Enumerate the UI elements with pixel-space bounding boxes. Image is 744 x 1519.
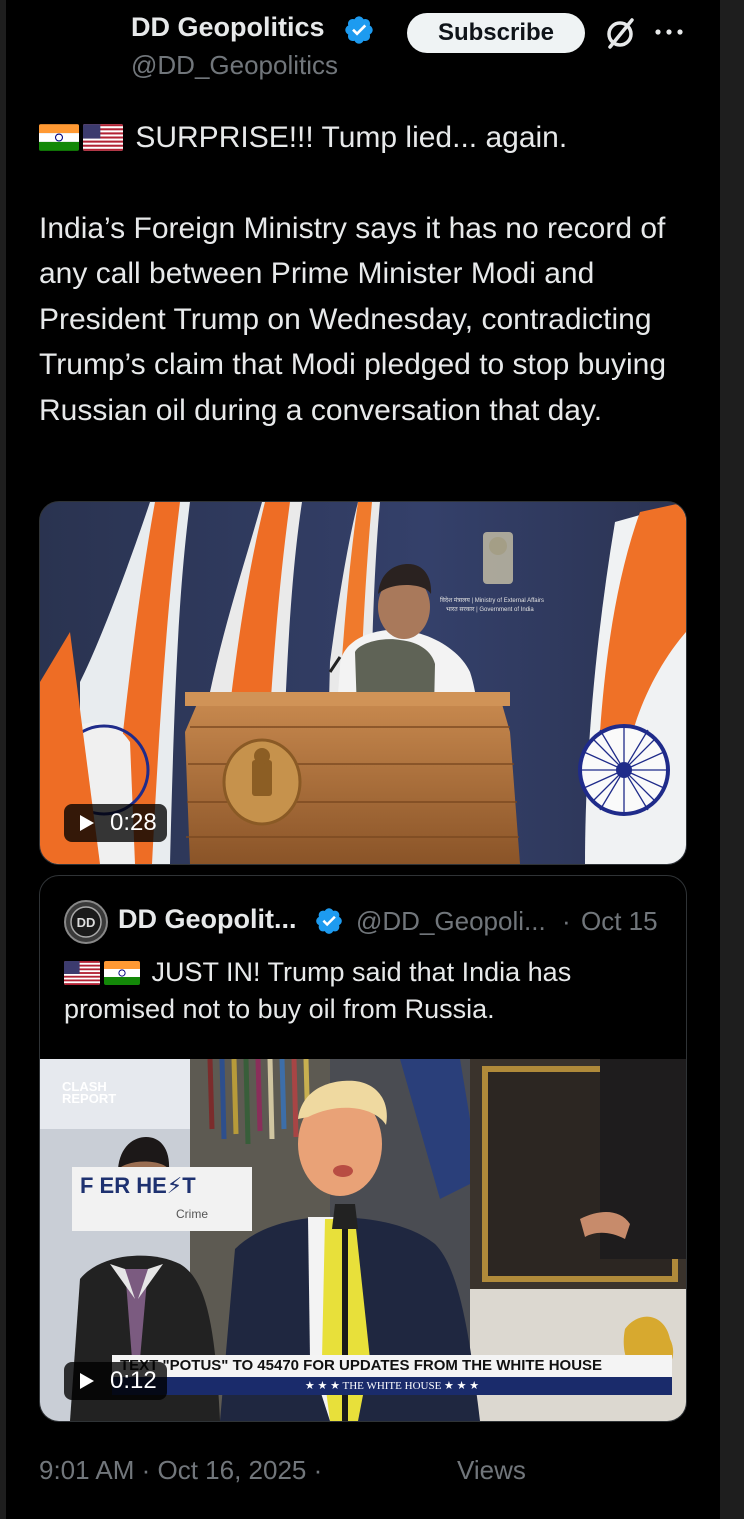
video-duration: 0:28 (110, 809, 157, 836)
post-video[interactable]: विदेश मंत्रालय | Ministry of External Af… (39, 501, 687, 865)
left-edge (0, 0, 6, 1519)
play-icon (80, 815, 94, 831)
video-duration: 0:12 (110, 1367, 157, 1394)
post-text: SURPRISE!!! Tump lied... again. India’s … (39, 115, 689, 433)
quoted-post[interactable]: DD DD Geopolit... @DD_Geopoli... · Oct 1… (39, 875, 687, 1422)
quoted-author-avatar[interactable]: DD (64, 900, 108, 944)
quoted-text: JUST IN! Trump said that India has promi… (64, 954, 664, 1028)
views-label[interactable]: Views (457, 1455, 526, 1486)
author-name[interactable]: DD Geopolitics (131, 12, 325, 43)
quoted-author-name[interactable]: DD Geopolit... (118, 904, 297, 935)
play-icon (80, 1373, 94, 1389)
quoted-date[interactable]: Oct 15 (581, 906, 658, 937)
chyron-text: TEXT "POTUS" TO 45470 FOR UPDATES FROM T… (112, 1355, 672, 1377)
right-scroll-edge (720, 0, 744, 1519)
svg-text:भारत सरकार | Government of Ind: भारत सरकार | Government of India (446, 607, 534, 613)
subscribe-button[interactable]: Subscribe (407, 13, 585, 53)
quoted-video[interactable]: CLASH REPORT F ER HE⚡T Crime TEXT "POTUS… (40, 1059, 686, 1421)
svg-text:विदेश मंत्रालय | Ministry of E: विदेश मंत्रालय | Ministry of External Af… (440, 596, 544, 604)
grok-icon[interactable] (602, 16, 638, 52)
author-handle[interactable]: @DD_Geopolitics (131, 50, 338, 81)
india-flag-icon (39, 124, 79, 151)
quoted-author-handle[interactable]: @DD_Geopoli... (356, 906, 546, 937)
post-header: DD Geopolitics @DD_Geopolitics Subscribe (0, 0, 720, 90)
quoted-separator: · (562, 906, 571, 936)
post-body: India’s Foreign Ministry says it has no … (39, 211, 666, 427)
post-headline: SURPRISE!!! Tump lied... again. (135, 121, 568, 154)
post-timestamp[interactable]: 9:01 AM · Oct 16, 2025 · (39, 1455, 322, 1486)
more-options-icon[interactable] (654, 22, 684, 42)
verified-badge-icon (345, 16, 373, 44)
india-flag-icon (104, 961, 140, 985)
quoted-text-body: JUST IN! Trump said that India has promi… (64, 957, 572, 1024)
us-flag-icon (64, 961, 100, 985)
news-chyron: TEXT "POTUS" TO 45470 FOR UPDATES FROM T… (112, 1355, 672, 1397)
video-duration-badge[interactable]: 0:12 (64, 1362, 167, 1400)
chyron-subtext: ★ ★ ★ THE WHITE HOUSE ★ ★ ★ (112, 1377, 672, 1395)
verified-badge-icon (316, 908, 342, 934)
video-duration-badge[interactable]: 0:28 (64, 804, 167, 842)
event-sign: F ER HE⚡T Crime (72, 1167, 252, 1231)
us-flag-icon (83, 124, 123, 151)
clash-report-logo: CLASH REPORT (62, 1079, 117, 1106)
svg-text:DD: DD (77, 915, 96, 930)
